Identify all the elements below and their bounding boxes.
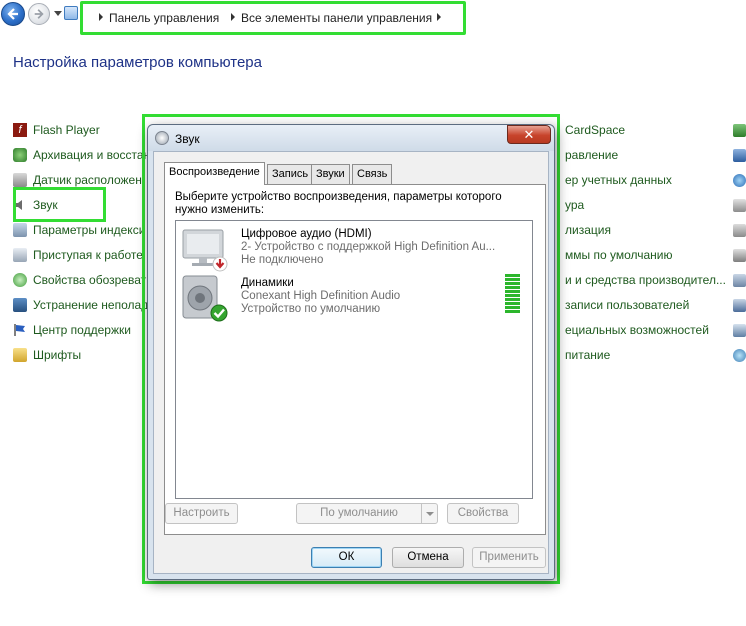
internet-options-icon bbox=[13, 273, 27, 287]
back-arrow-icon bbox=[7, 8, 18, 20]
partial-item-icon[interactable] bbox=[733, 224, 746, 237]
breadcrumb-chevron-icon[interactable] bbox=[437, 13, 441, 21]
device-list[interactable]: Цифровое аудио (HDMI) 2- Устройство с по… bbox=[175, 220, 533, 499]
level-meter-segment bbox=[505, 278, 520, 281]
cp-item-label: Устранение неполад bbox=[33, 298, 149, 312]
level-meter-segment bbox=[505, 310, 520, 313]
cp-item-management[interactable]: равление bbox=[565, 148, 618, 162]
address-bar[interactable]: Панель управления Все элементы панели уп… bbox=[80, 1, 466, 35]
partial-item-icon[interactable] bbox=[733, 299, 746, 312]
cp-item-label: Центр поддержки bbox=[33, 323, 131, 337]
explorer-nav-bar: Панель управления Все элементы панели уп… bbox=[0, 0, 746, 35]
hdmi-monitor-icon bbox=[182, 229, 228, 272]
tab-communications[interactable]: Связь bbox=[352, 164, 393, 184]
device-name: Цифровое аудио (HDMI) bbox=[241, 228, 372, 240]
device-status: Не подключено bbox=[241, 254, 324, 266]
partial-item-icon[interactable] bbox=[733, 324, 746, 337]
partial-item-icon[interactable] bbox=[733, 274, 746, 287]
partial-item-icon[interactable] bbox=[733, 149, 746, 162]
set-default-button[interactable]: По умолчанию bbox=[296, 503, 438, 524]
close-button[interactable]: ✕ bbox=[507, 125, 551, 144]
indexing-icon bbox=[13, 223, 27, 237]
apply-button[interactable]: Применить bbox=[472, 547, 546, 568]
breadcrumb-chevron-icon[interactable] bbox=[231, 13, 235, 21]
cp-item-performance[interactable]: и и средства производител... bbox=[565, 273, 726, 287]
forward-button[interactable] bbox=[28, 3, 50, 25]
ok-button[interactable]: ОК bbox=[311, 547, 382, 568]
cp-item-label: Параметры индекси bbox=[33, 223, 146, 237]
dialog-titlebar[interactable]: Звук ✕ bbox=[148, 125, 554, 151]
page-title: Настройка параметров компьютера bbox=[13, 54, 262, 71]
cp-item-credential-manager[interactable]: ер учетных данных bbox=[565, 173, 672, 187]
partial-item-icon[interactable] bbox=[733, 249, 746, 262]
location-sensor-icon bbox=[13, 173, 27, 187]
cp-item-personalization[interactable]: лизация bbox=[565, 223, 611, 237]
cp-item-ease-of-access[interactable]: ециальных возможностей bbox=[565, 323, 709, 337]
disconnected-badge-icon bbox=[212, 256, 228, 272]
cp-item-label: Приступая к работе bbox=[33, 248, 143, 262]
level-meter-segment bbox=[505, 286, 520, 289]
list-item[interactable]: Динамики Conexant High Definition Audio … bbox=[176, 273, 532, 327]
cp-item-label: Шрифты bbox=[33, 348, 82, 362]
level-meter-segment bbox=[505, 282, 520, 285]
backup-icon bbox=[13, 148, 27, 162]
close-icon: ✕ bbox=[523, 127, 535, 142]
device-name: Динамики bbox=[241, 277, 294, 289]
breadcrumb-all-items[interactable]: Все элементы панели управления bbox=[241, 11, 432, 25]
control-panel-icon bbox=[64, 6, 78, 20]
cp-item-power-options[interactable]: питание bbox=[565, 348, 610, 362]
level-meter-segment bbox=[505, 302, 520, 305]
dialog-title: Звук bbox=[175, 132, 200, 146]
cp-item-label: Свойства обозреват bbox=[33, 273, 147, 287]
sound-dialog: Звук ✕ Воспроизведение Запись Звуки Связ… bbox=[147, 124, 555, 580]
tab-recording[interactable]: Запись bbox=[267, 164, 314, 184]
getting-started-icon bbox=[13, 248, 27, 262]
tab-playback[interactable]: Воспроизведение bbox=[164, 162, 265, 185]
cp-item-label: Датчик расположен bbox=[33, 173, 142, 187]
troubleshooting-icon bbox=[13, 298, 27, 312]
cp-item-label: Архивация и восстан bbox=[33, 148, 151, 162]
level-meter-segment bbox=[505, 290, 520, 293]
default-check-badge-icon bbox=[210, 304, 228, 322]
level-meter-segment bbox=[505, 294, 520, 297]
sound-item-highlight bbox=[13, 187, 106, 222]
fonts-icon bbox=[13, 348, 27, 362]
playback-tab-panel: Выберите устройство воспроизведения, пар… bbox=[164, 184, 546, 535]
cancel-button[interactable]: Отмена bbox=[392, 547, 464, 568]
configure-button[interactable]: Настроить bbox=[165, 503, 238, 524]
partial-item-icon[interactable] bbox=[733, 349, 746, 362]
properties-button[interactable]: Свойства bbox=[447, 503, 519, 524]
level-meter-segment bbox=[505, 274, 520, 277]
sound-dialog-icon bbox=[155, 131, 169, 145]
tab-sounds[interactable]: Звуки bbox=[311, 164, 350, 184]
breadcrumb-chevron-icon[interactable] bbox=[99, 13, 103, 21]
partial-item-icon[interactable] bbox=[733, 174, 746, 187]
cp-item-default-programs[interactable]: ммы по умолчанию bbox=[565, 248, 672, 262]
dialog-body: Воспроизведение Запись Звуки Связь Выбер… bbox=[153, 151, 549, 574]
device-description: Conexant High Definition Audio bbox=[241, 290, 401, 302]
back-button[interactable] bbox=[1, 2, 25, 26]
level-meter-segment bbox=[505, 306, 520, 309]
forward-arrow-icon bbox=[34, 9, 44, 19]
cp-item-label: Flash Player bbox=[33, 123, 100, 137]
cp-item-user-accounts[interactable]: записи пользователей bbox=[565, 298, 689, 312]
device-status: Устройство по умолчанию bbox=[241, 303, 381, 315]
chevron-down-icon[interactable] bbox=[421, 504, 437, 523]
audio-level-meter bbox=[505, 274, 520, 316]
recent-pages-dropdown-icon[interactable] bbox=[54, 11, 62, 16]
partial-item-icon[interactable] bbox=[733, 124, 746, 137]
set-default-label: По умолчанию bbox=[320, 507, 398, 519]
breadcrumb-control-panel[interactable]: Панель управления bbox=[109, 11, 219, 25]
speakers-device-icon bbox=[182, 275, 228, 322]
level-meter-segment bbox=[505, 298, 520, 301]
cp-item-keyboard[interactable]: ура bbox=[565, 198, 584, 212]
device-description: 2- Устройство с поддержкой High Definiti… bbox=[241, 241, 496, 253]
cp-item-cardspace[interactable]: CardSpace bbox=[565, 123, 625, 137]
partial-item-icon[interactable] bbox=[733, 199, 746, 212]
list-item[interactable]: Цифровое аудио (HDMI) 2- Устройство с по… bbox=[176, 221, 532, 273]
action-center-icon bbox=[14, 324, 25, 336]
flash-player-icon: f bbox=[13, 123, 27, 137]
instruction-text: Выберите устройство воспроизведения, пар… bbox=[175, 191, 502, 216]
